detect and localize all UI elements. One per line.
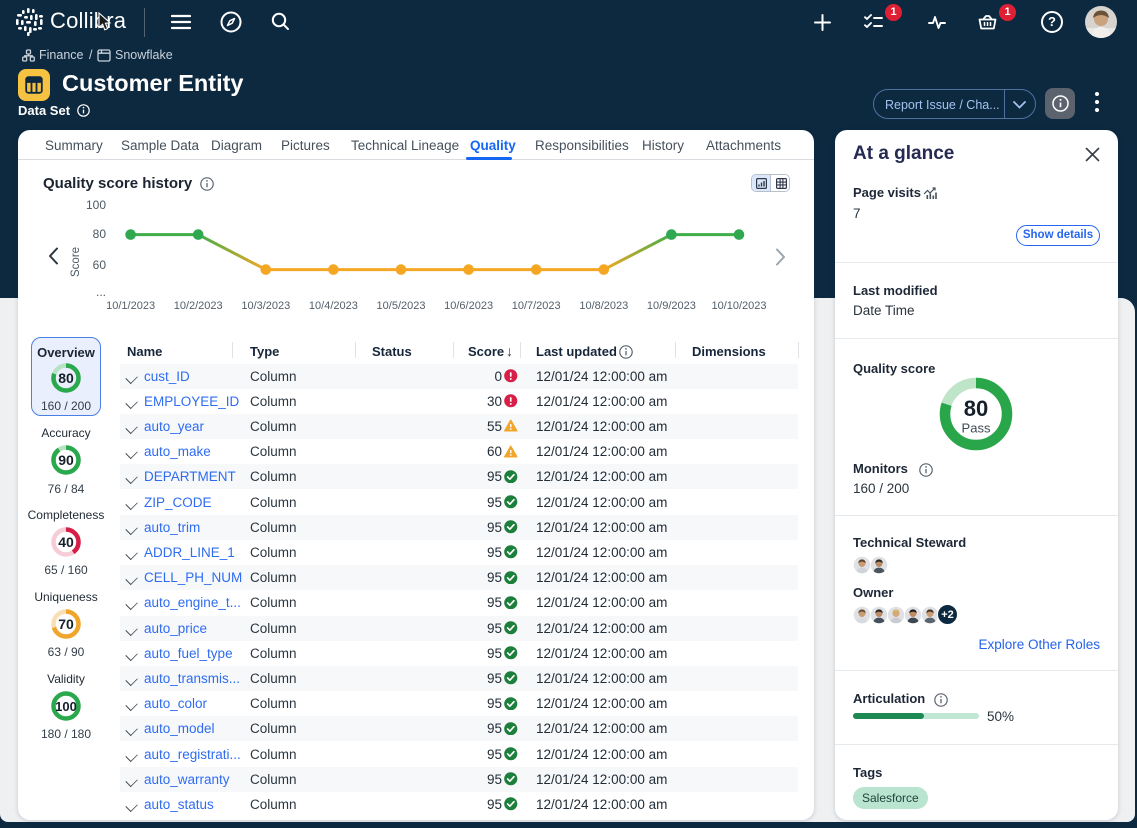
svg-text:10/8/2023: 10/8/2023	[579, 300, 628, 312]
svg-text:10/5/2023: 10/5/2023	[377, 300, 426, 312]
svg-text:10/2/2023: 10/2/2023	[174, 300, 223, 312]
svg-text:80: 80	[964, 396, 988, 421]
svg-text:70: 70	[58, 616, 74, 632]
svg-text:100: 100	[55, 699, 77, 714]
svg-text:Score: Score	[70, 247, 82, 277]
svg-text:100: 100	[86, 198, 106, 212]
svg-text:10/4/2023: 10/4/2023	[309, 300, 358, 312]
svg-text:10/1/2023: 10/1/2023	[106, 300, 155, 312]
svg-text:60: 60	[93, 258, 107, 272]
svg-text:10/7/2023: 10/7/2023	[512, 300, 561, 312]
svg-text:Pass: Pass	[962, 421, 991, 436]
svg-text:...: ...	[96, 285, 106, 299]
svg-text:10/10/2023: 10/10/2023	[711, 300, 766, 312]
svg-text:90: 90	[58, 452, 74, 468]
svg-text:10/9/2023: 10/9/2023	[647, 300, 696, 312]
svg-text:80: 80	[58, 370, 74, 386]
svg-text:10/6/2023: 10/6/2023	[444, 300, 493, 312]
svg-text:40: 40	[58, 534, 74, 550]
svg-text:10/3/2023: 10/3/2023	[241, 300, 290, 312]
svg-text:80: 80	[93, 227, 107, 241]
